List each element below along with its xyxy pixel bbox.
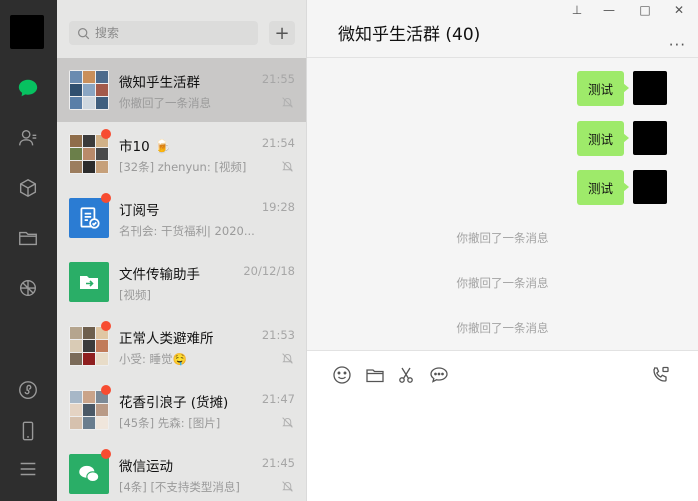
recall-notice: 你撤回了一条消息	[456, 276, 549, 290]
chat-header: 微知乎生活群 (40) ⊥ — □ ✕ ···	[307, 0, 698, 58]
conversation-name: 微知乎生活群	[119, 75, 200, 91]
recall-notice: 你撤回了一条消息	[456, 231, 549, 245]
conversation-time: 21:54	[261, 136, 295, 150]
message-bubble[interactable]: 测试	[576, 120, 630, 156]
pin-icon[interactable]: ⊥	[565, 2, 589, 18]
conversation-item[interactable]: 市10 🍺 21:54 [32条] zhenyun: [视频]	[57, 122, 306, 186]
message-bubble[interactable]: 测试	[576, 70, 630, 106]
conversation-preview: [32条] zhenyun: [视频]	[119, 160, 247, 174]
group-avatar	[69, 326, 109, 366]
conversation-name: 文件传输助手	[119, 267, 200, 283]
conversation-list: 微知乎生活群 21:55 你撤回了一条消息 市10 🍺 21:54 [32条] …	[57, 58, 306, 501]
message-input-area[interactable]	[307, 350, 698, 501]
mute-bell-icon	[282, 417, 293, 428]
file-transfer-icon	[80, 276, 98, 289]
unread-badge	[101, 129, 111, 139]
conversation-item[interactable]: 订阅号 19:28 名刊会: 干货福利| 2020...	[57, 186, 306, 250]
file-transfer-avatar	[69, 262, 109, 302]
conversation-time: 20/12/18	[243, 264, 295, 278]
nav-rail	[0, 0, 57, 501]
recall-notice: 你撤回了一条消息	[456, 321, 549, 335]
conversation-item[interactable]: 花香引浪子 (货摊) 21:47 [45条] 先森: [图片]	[57, 378, 306, 442]
conversation-name: 微信运动	[119, 459, 173, 475]
screenshot-scissors-icon[interactable]	[396, 365, 416, 385]
search-input[interactable]	[95, 26, 245, 40]
conversation-item[interactable]: 微知乎生活群 21:55 你撤回了一条消息	[57, 58, 306, 122]
wechat-bubbles-icon	[79, 465, 100, 483]
conversation-item[interactable]: 正常人类避难所 21:53 小受: 睡觉🤤	[57, 314, 306, 378]
unread-badge	[101, 321, 111, 331]
conversation-preview: 名刊会: 干货福利| 2020...	[119, 224, 255, 238]
conversation-list-pane: + 微知乎生活群 21:55 你撤回了一条消息 市10 🍺 21:54 [32条…	[57, 0, 307, 501]
conversation-item[interactable]: 文件传输助手 20/12/18 [视频]	[57, 250, 306, 314]
close-button[interactable]: ✕	[667, 2, 691, 18]
folder-icon[interactable]	[15, 225, 41, 251]
chat-history-icon[interactable]	[429, 365, 449, 385]
chat-icon[interactable]	[15, 75, 41, 101]
conversation-time: 21:45	[261, 456, 295, 470]
conversation-time: 21:47	[261, 392, 295, 406]
sender-avatar[interactable]	[633, 170, 667, 204]
chat-pane: 微知乎生活群 (40) ⊥ — □ ✕ ··· 测试 测试 测试 你撤回了一条消…	[307, 0, 698, 501]
sender-avatar[interactable]	[633, 121, 667, 155]
mute-bell-icon	[282, 97, 293, 108]
my-avatar[interactable]	[10, 15, 44, 49]
group-avatar	[69, 134, 109, 174]
conversation-preview: 你撤回了一条消息	[119, 96, 211, 110]
subscriptions-icon	[80, 207, 100, 229]
search-icon	[78, 27, 90, 39]
conversation-name: 正常人类避难所	[119, 331, 214, 347]
conversation-time: 21:53	[261, 328, 295, 342]
conversation-item[interactable]: 微信运动 21:45 [4条] [不支持类型消息]	[57, 442, 306, 501]
conversation-time: 21:55	[261, 72, 295, 86]
phone-icon[interactable]	[15, 418, 41, 444]
chat-title: 微知乎生活群 (40)	[338, 25, 481, 45]
mute-bell-icon	[282, 161, 293, 172]
maximize-button[interactable]: □	[633, 2, 657, 18]
menu-icon[interactable]	[15, 456, 41, 482]
sent-message: 测试	[576, 120, 667, 156]
conversation-name: 订阅号	[119, 203, 160, 219]
voice-call-icon[interactable]	[650, 365, 670, 385]
conversation-time: 19:28	[261, 200, 295, 214]
file-folder-icon[interactable]	[365, 365, 385, 385]
conversation-name: 花香引浪子 (货摊)	[119, 395, 229, 411]
unread-badge	[101, 449, 111, 459]
conversation-preview: [视频]	[119, 288, 151, 302]
more-options-button[interactable]: ···	[669, 36, 686, 54]
mute-bell-icon	[282, 481, 293, 492]
message-bubble[interactable]: 测试	[576, 169, 630, 205]
contacts-icon[interactable]	[15, 125, 41, 151]
sent-message: 测试	[576, 70, 667, 106]
sender-avatar[interactable]	[633, 71, 667, 105]
unread-badge	[101, 385, 111, 395]
conversation-preview: 小受: 睡觉🤤	[119, 352, 187, 366]
message-area[interactable]: 测试 测试 测试 你撤回了一条消息 你撤回了一条消息 你撤回了一条消息	[307, 58, 698, 350]
group-avatar	[69, 70, 109, 110]
search-bar[interactable]	[69, 21, 258, 45]
conversation-name: 市10 🍺	[119, 139, 171, 155]
moments-icon[interactable]	[15, 275, 41, 301]
add-button[interactable]: +	[269, 21, 295, 45]
sent-message: 测试	[576, 169, 667, 205]
wechat-sports-avatar	[69, 454, 109, 494]
emoji-icon[interactable]	[332, 365, 352, 385]
conversation-preview: [4条] [不支持类型消息]	[119, 480, 240, 494]
subscriptions-avatar	[69, 198, 109, 238]
unread-badge	[101, 193, 111, 203]
mini-programs-icon[interactable]	[15, 377, 41, 403]
minimize-button[interactable]: —	[597, 2, 621, 18]
group-avatar	[69, 390, 109, 430]
conversation-preview: [45条] 先森: [图片]	[119, 416, 221, 430]
favorites-cube-icon[interactable]	[15, 175, 41, 201]
mute-bell-icon	[282, 353, 293, 364]
